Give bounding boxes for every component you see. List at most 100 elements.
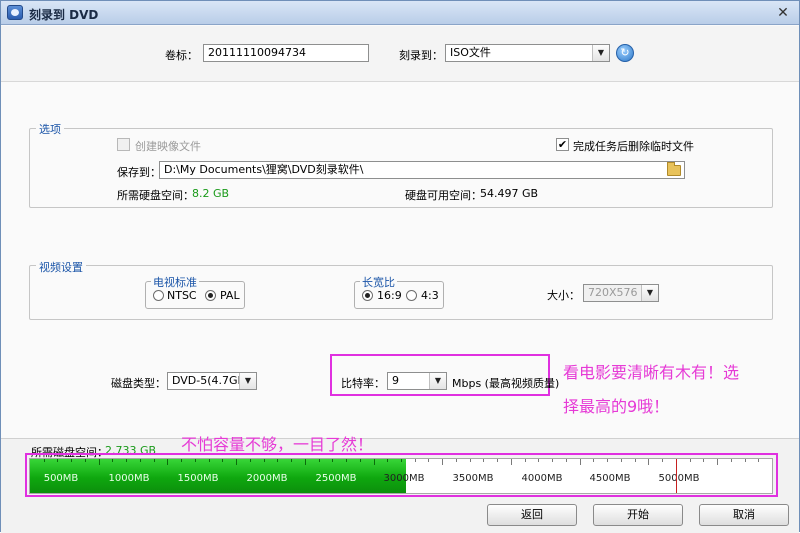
- tick-label: 4000MB: [521, 473, 563, 484]
- disc-type-value: DVD-5(4.7GB): [172, 374, 250, 387]
- pal-radio[interactable]: [205, 290, 216, 301]
- delete-temp-label: 完成任务后删除临时文件: [573, 140, 694, 153]
- minor-tick: [57, 459, 58, 462]
- burn-to-label: 刻录到：: [399, 49, 443, 62]
- minor-tick: [607, 459, 608, 462]
- tick-label: 4500MB: [589, 473, 631, 484]
- major-tick: [442, 459, 443, 465]
- minor-tick: [154, 459, 155, 462]
- size-select[interactable]: 720X576 ▼: [583, 284, 659, 302]
- minor-tick: [690, 459, 691, 462]
- close-button[interactable]: ✕: [775, 5, 791, 21]
- major-tick: [236, 459, 237, 465]
- tick-label: 1500MB: [177, 473, 219, 484]
- minor-tick: [497, 459, 498, 462]
- annotation-capacity-note: 不怕容量不够，一目了然！: [181, 435, 374, 454]
- aspect-4-3-radio[interactable]: [406, 290, 417, 301]
- tv-standard-legend: 电视标准: [151, 274, 199, 290]
- major-tick: [99, 459, 100, 465]
- create-image-label: 创建映像文件: [135, 140, 201, 153]
- annotation-note-line1: 看电影要清晰有木有！选: [563, 363, 740, 382]
- minor-tick: [662, 459, 663, 462]
- minor-tick: [264, 459, 265, 462]
- chevron-down-icon: ▼: [641, 285, 658, 301]
- minor-tick: [483, 459, 484, 462]
- minor-tick: [112, 459, 113, 462]
- tick-label: 2500MB: [315, 473, 357, 484]
- major-tick: [167, 459, 168, 465]
- cancel-button[interactable]: 取消: [699, 504, 789, 526]
- bitrate-label: 比特率：: [341, 377, 385, 390]
- available-space-value: 54.497 GB: [480, 187, 539, 200]
- tick-label: 5000MB: [658, 473, 700, 484]
- major-tick: [374, 459, 375, 465]
- major-tick: [717, 459, 718, 465]
- major-tick: [305, 459, 306, 465]
- burn-dvd-window: 刻录到 DVD ✕ 卷标： 20111110094734 刻录到： ISO文件 …: [0, 0, 800, 533]
- delete-temp-checkbox[interactable]: ✔: [556, 138, 569, 151]
- folder-icon[interactable]: [667, 162, 681, 176]
- size-value: 720X576: [588, 286, 638, 299]
- minor-tick: [745, 459, 746, 462]
- chevron-down-icon: ▼: [429, 373, 446, 389]
- minor-tick: [360, 459, 361, 462]
- tick-label: 500MB: [43, 473, 79, 484]
- major-tick: [648, 459, 649, 465]
- back-button[interactable]: 返回: [487, 504, 577, 526]
- burn-to-value: ISO文件: [450, 46, 491, 59]
- minor-tick: [456, 459, 457, 462]
- dvd-app-icon: [7, 5, 23, 20]
- tick-label: 3000MB: [383, 473, 425, 484]
- chevron-down-icon: ▼: [239, 373, 256, 389]
- disc-type-select[interactable]: DVD-5(4.7GB) ▼: [167, 372, 257, 390]
- aspect-16-9-label: 16:9: [377, 289, 402, 302]
- required-space-label: 所需硬盘空间：: [117, 189, 194, 202]
- refresh-icon[interactable]: ↻: [616, 44, 634, 62]
- aspect-ratio-legend: 长宽比: [360, 274, 397, 290]
- volume-input[interactable]: 20111110094734: [203, 44, 369, 62]
- minor-tick: [222, 459, 223, 462]
- ntsc-label: NTSC: [167, 289, 197, 302]
- start-button[interactable]: 开始: [593, 504, 683, 526]
- minor-tick: [621, 459, 622, 462]
- minor-tick: [277, 459, 278, 462]
- available-space-label: 硬盘可用空间：: [405, 189, 482, 202]
- volume-label: 卷标：: [165, 49, 198, 62]
- minor-tick: [387, 459, 388, 462]
- create-image-checkbox[interactable]: [117, 138, 130, 151]
- minor-tick: [401, 459, 402, 462]
- minor-tick: [319, 459, 320, 462]
- minor-tick: [209, 459, 210, 462]
- aspect-16-9-radio[interactable]: [362, 290, 373, 301]
- minor-tick: [635, 459, 636, 462]
- major-tick: [511, 459, 512, 465]
- tick-label: 2000MB: [246, 473, 288, 484]
- minor-tick: [428, 459, 429, 462]
- minor-tick: [44, 459, 45, 462]
- burn-to-select[interactable]: ISO文件 ▼: [445, 44, 610, 62]
- required-space-value: 8.2 GB: [192, 187, 230, 200]
- minor-tick: [140, 459, 141, 462]
- minor-tick: [291, 459, 292, 462]
- video-settings-legend: 视频设置: [36, 259, 86, 275]
- minor-tick: [71, 459, 72, 462]
- pal-label: PAL: [220, 289, 240, 302]
- bitrate-value: 9: [392, 374, 399, 387]
- minor-tick: [250, 459, 251, 462]
- minor-tick: [552, 459, 553, 462]
- bitrate-unit: Mbps (最高视频质量): [452, 377, 560, 390]
- minor-tick: [758, 459, 759, 462]
- ntsc-radio[interactable]: [153, 290, 164, 301]
- title-bar[interactable]: 刻录到 DVD ✕: [1, 1, 799, 25]
- options-legend: 选项: [36, 121, 64, 137]
- chevron-down-icon: ▼: [592, 45, 609, 61]
- minor-tick: [126, 459, 127, 462]
- minor-tick: [470, 459, 471, 462]
- capacity-bar: 500MB 1000MB 1500MB 2000MB 2500MB 3000MB 3500M…: [29, 458, 773, 494]
- save-to-label: 保存到：: [117, 166, 161, 179]
- tick-label: 3500MB: [452, 473, 494, 484]
- disc-type-label: 磁盘类型：: [111, 377, 166, 390]
- bitrate-select[interactable]: 9 ▼: [387, 372, 447, 390]
- minor-tick: [346, 459, 347, 462]
- save-path-input[interactable]: D:\My Documents\狸窝\DVD刻录软件\: [159, 161, 685, 179]
